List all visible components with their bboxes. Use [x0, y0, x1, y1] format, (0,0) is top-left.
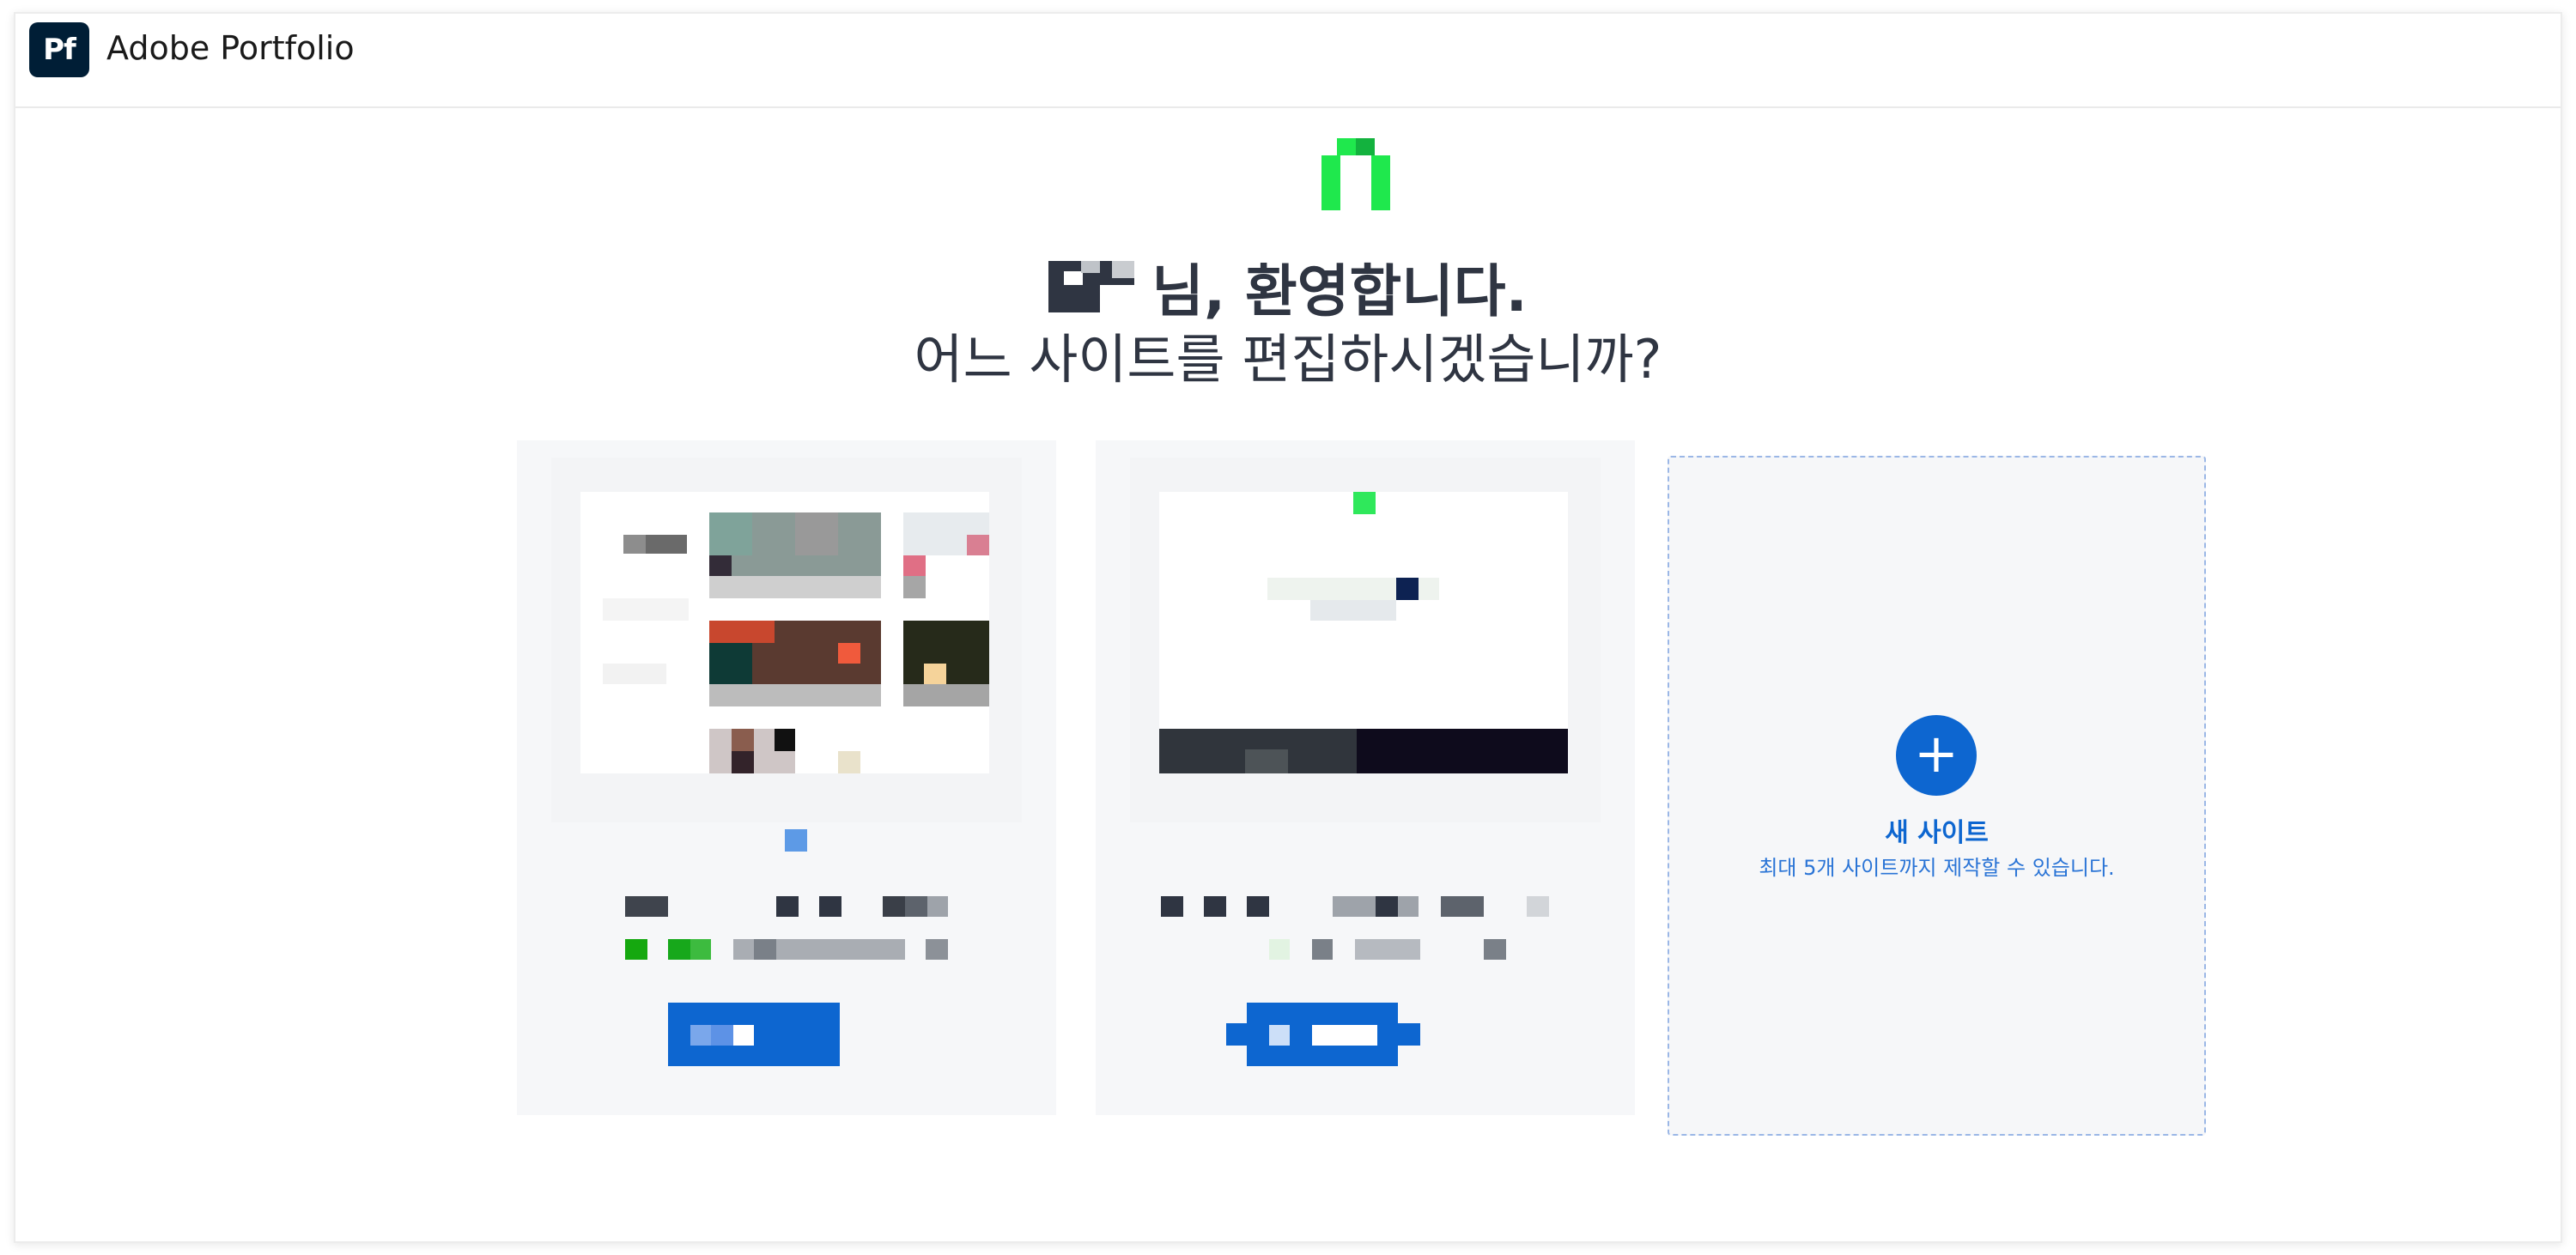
top-bar: Pf Adobe Portfolio: [15, 14, 2561, 108]
site-thumbnail-image: [580, 492, 989, 773]
redacted-site-url: [625, 939, 969, 960]
site-card-1[interactable]: [517, 440, 1056, 1115]
redacted-site-name: [1161, 896, 1590, 917]
user-avatar: [1321, 138, 1390, 210]
redacted-site-name: [625, 896, 969, 917]
site-thumbnail-image: [1159, 492, 1568, 773]
edit-site-button-2[interactable]: [1226, 1003, 1420, 1066]
site-thumbnail-1[interactable]: [551, 458, 1022, 822]
site-info-1: [517, 829, 1056, 1115]
logo-text: Pf: [43, 33, 76, 67]
plus-icon: +: [1914, 722, 1959, 785]
new-site-card[interactable]: + 새 사이트 최대 5개 사이트까지 제작할 수 있습니다.: [1668, 456, 2206, 1136]
edit-site-button-1[interactable]: [668, 1003, 840, 1066]
new-site-title: 새 사이트: [1885, 818, 1989, 848]
site-card-2[interactable]: [1096, 440, 1635, 1115]
edit-question: 어느 사이트를 편집하시겠습니까?: [914, 328, 1662, 391]
portfolio-logo-icon[interactable]: Pf: [29, 22, 89, 77]
redacted-site-url: [1161, 939, 1590, 960]
new-site-limit-text: 최대 5개 사이트까지 제작할 수 있습니다.: [1759, 856, 2115, 880]
redacted-username: [1048, 261, 1135, 312]
app-title: Adobe Portfolio: [106, 29, 355, 67]
new-site-button[interactable]: +: [1896, 715, 1977, 796]
site-info-2: [1096, 831, 1635, 1115]
site-thumbnail-2[interactable]: [1130, 458, 1601, 822]
app-window: Pf Adobe Portfolio 님, 환영합니다. 어느 사이트를 편집하…: [14, 12, 2562, 1243]
